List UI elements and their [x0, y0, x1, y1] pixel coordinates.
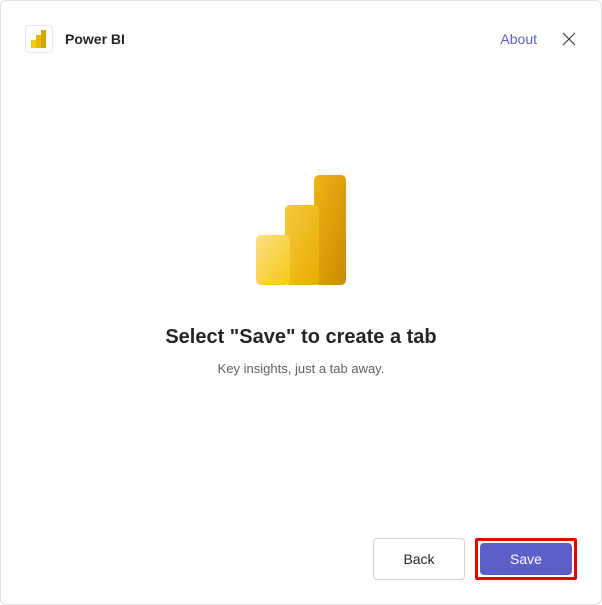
dialog-content: Select "Save" to create a tab Key insigh… [25, 73, 577, 538]
main-heading: Select "Save" to create a tab [165, 326, 436, 349]
header-left: Power BI [25, 25, 125, 53]
dialog-container: Power BI About [0, 0, 602, 605]
dialog-header: Power BI About [25, 25, 577, 53]
save-button[interactable]: Save [480, 543, 572, 575]
back-button[interactable]: Back [373, 538, 465, 580]
header-right: About [500, 31, 577, 47]
dialog-footer: Back Save [25, 538, 577, 580]
powerbi-icon [25, 25, 53, 53]
save-highlight: Save [475, 538, 577, 580]
app-title: Power BI [65, 31, 125, 47]
powerbi-large-icon [256, 175, 346, 290]
sub-heading: Key insights, just a tab away. [218, 361, 385, 376]
about-link[interactable]: About [500, 31, 537, 47]
close-icon[interactable] [561, 31, 577, 47]
